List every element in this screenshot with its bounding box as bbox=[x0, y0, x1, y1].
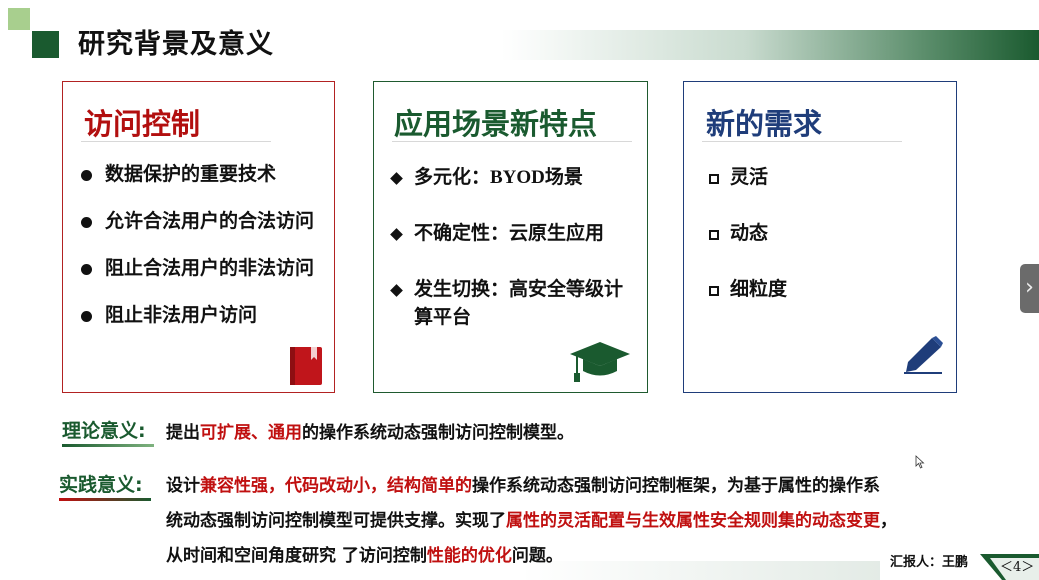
bullet-dot-icon bbox=[81, 217, 92, 228]
practice-highlight: 兼容性强，代码改动小，结构简单的 bbox=[200, 476, 472, 496]
theory-underline bbox=[62, 444, 154, 447]
bullet-dot-icon bbox=[81, 311, 92, 322]
practice-highlight: 属性的灵活配置与生效属性安全规则集的动态变更 bbox=[506, 511, 880, 531]
bullet-diamond-icon bbox=[390, 172, 403, 185]
next-slide-button[interactable]: › bbox=[1020, 264, 1039, 313]
card-access-control: 访问控制 数据保护的重要技术 允许合法用户的合法访问 阻止合法用户的非法访问 阻… bbox=[62, 81, 335, 393]
divider bbox=[392, 141, 632, 142]
book-icon bbox=[290, 347, 322, 385]
theory-highlight: 可扩展、通用 bbox=[200, 423, 302, 443]
page-title: 研究背景及意义 bbox=[78, 29, 274, 60]
card-title: 新的需求 bbox=[706, 107, 823, 141]
list-item: 细粒度 bbox=[730, 279, 788, 300]
practice-highlight: 性能的优化 bbox=[426, 546, 512, 566]
bullet-box-icon bbox=[709, 230, 719, 240]
reporter-label: 汇报人：王鹏 bbox=[890, 555, 969, 570]
divider bbox=[702, 141, 902, 142]
footer-band bbox=[520, 561, 880, 580]
theory-label: 理论意义: bbox=[62, 420, 146, 442]
decor-square-dark bbox=[32, 31, 59, 58]
chevron-right-icon: › bbox=[1025, 275, 1034, 300]
list-item: 阻止非法用户访问 bbox=[105, 305, 258, 326]
practice-line-3: 从时间和空间角度研究 了访问控制性能的优化问题。 bbox=[166, 546, 563, 566]
bullet-dot-icon bbox=[81, 264, 92, 275]
theory-text: 提出可扩展、通用的操作系统动态强制访问控制模型。 bbox=[166, 423, 574, 443]
card-title: 访问控制 bbox=[84, 107, 201, 141]
list-item: 发生切换：高安全等级计 bbox=[414, 279, 624, 300]
decor-square-light bbox=[8, 8, 30, 30]
bullet-diamond-icon bbox=[390, 228, 403, 241]
page-number: ＜4＞ bbox=[1000, 560, 1035, 575]
card-new-requirements: 新的需求 灵活 动态 细粒度 bbox=[683, 81, 957, 393]
list-item: 允许合法用户的合法访问 bbox=[105, 211, 315, 232]
list-item: 阻止合法用户的非法访问 bbox=[105, 258, 315, 279]
card-scenario-features: 应用场景新特点 多元化：BYOD场景 不确定性：云原生应用 发生切换：高安全等级… bbox=[373, 81, 648, 393]
list-item: 动态 bbox=[730, 223, 769, 244]
bullet-box-icon bbox=[709, 174, 719, 184]
divider bbox=[81, 141, 271, 142]
list-item: 灵活 bbox=[730, 167, 769, 188]
bullet-box-icon bbox=[709, 286, 719, 296]
graduation-cap-icon bbox=[570, 342, 630, 382]
bullet-dot-icon bbox=[81, 170, 92, 181]
practice-underline bbox=[59, 498, 151, 501]
list-item: 多元化：BYOD场景 bbox=[414, 167, 583, 188]
practice-line-1: 设计兼容性强，代码改动小，结构简单的操作系统动态强制访问控制框架，为基于属性的操… bbox=[166, 476, 880, 496]
practice-line-2: 统动态强制访问控制模型可提供支撑。实现了属性的灵活配置与生效属性安全规则集的动态… bbox=[166, 511, 897, 531]
bullet-diamond-icon bbox=[390, 284, 403, 297]
card-title: 应用场景新特点 bbox=[394, 107, 598, 141]
practice-label: 实践意义: bbox=[59, 474, 143, 496]
list-item: 算平台 bbox=[414, 307, 472, 328]
pen-icon bbox=[904, 336, 943, 374]
list-item: 数据保护的重要技术 bbox=[105, 164, 277, 185]
list-item: 不确定性：云原生应用 bbox=[414, 223, 605, 244]
mouse-cursor-icon bbox=[915, 455, 925, 469]
